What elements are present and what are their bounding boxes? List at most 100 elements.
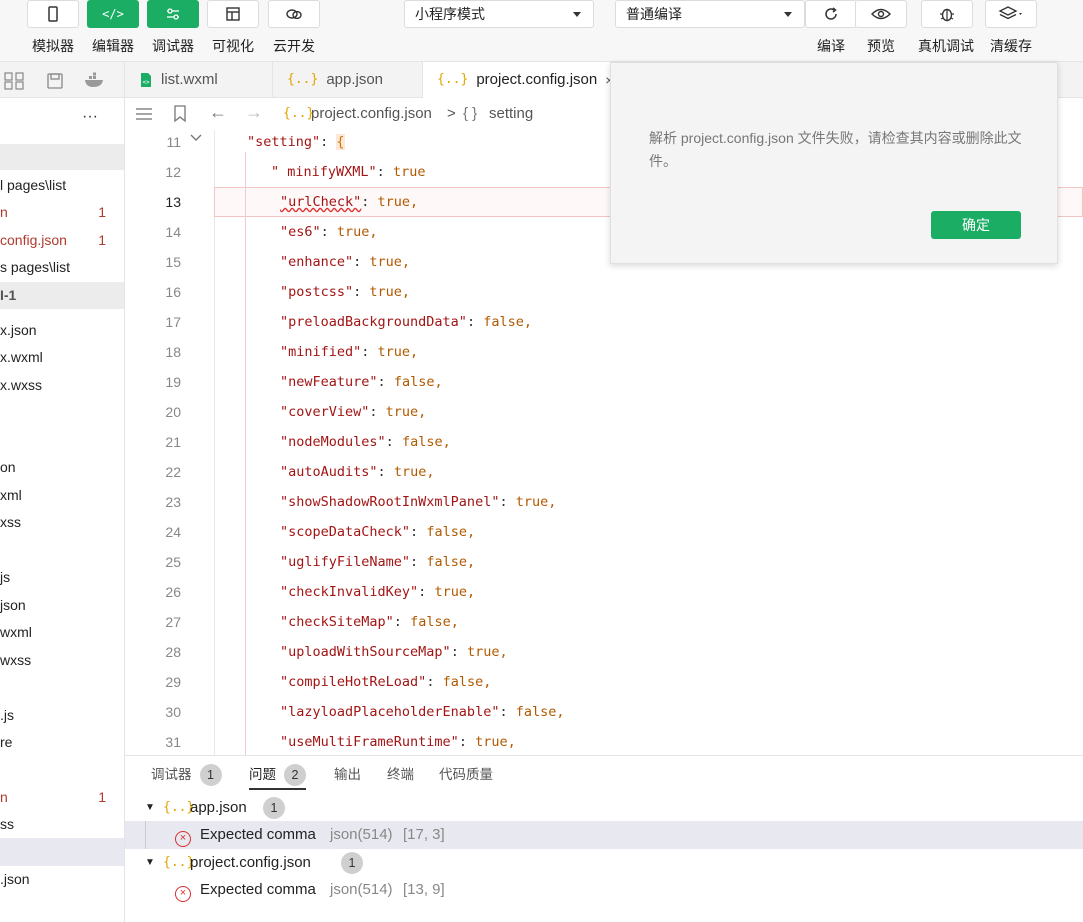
problem-group[interactable]: ▼ {..} app.json 1 [125,794,1083,822]
grid-icon[interactable] [4,72,26,90]
file-list-item[interactable]: n1 [0,784,124,811]
file-name: wxss [0,652,32,668]
back-arrow-icon[interactable]: ← [209,102,227,123]
json-key: "compileHotReLoad" [280,674,427,690]
file-name: json [0,597,26,613]
json-value: false, [410,614,459,630]
file-list-item[interactable]: xml [0,482,124,509]
json-value: true, [385,404,427,420]
problem-message: Expected comma [200,881,316,898]
line-number: 22 [165,464,181,480]
error-count-badge: 1 [98,204,106,220]
clear-cache-button[interactable] [985,0,1037,28]
file-name: x.wxml [0,349,43,365]
file-list-item[interactable]: wxml [0,619,124,646]
tab-problems[interactable]: 问题 2 [249,764,306,790]
save-icon[interactable] [46,72,64,90]
visual-label: 可视化 [212,38,254,54]
code-line: "uglifyFileName": false, [280,554,475,570]
file-list-item[interactable]: wxss [0,647,124,674]
file-list-item[interactable]: re [0,729,124,756]
tab-terminal[interactable]: 终端 [387,764,414,790]
file-list-item[interactable]: I-1 [0,282,124,309]
code-line: "checkSiteMap": false, [280,614,459,630]
file-list-item[interactable]: l pages\list [0,172,124,199]
docker-icon[interactable] [84,72,106,88]
mode-select[interactable]: 小程序模式 [404,0,594,28]
file-list-item[interactable]: x.json [0,317,124,344]
line-number: 13 [165,194,181,210]
file-name: n [0,789,8,805]
code-line: "compileHotReLoad": false, [280,674,491,690]
json-value: true, [475,734,516,750]
file-list-item[interactable]: json [0,592,124,619]
json-value: false, [401,434,451,450]
remote-debug-button[interactable] [921,0,973,28]
breadcrumb-file[interactable]: project.config.json [311,105,432,122]
tab-project-config-json[interactable]: {..} project.config.json × [423,62,613,98]
file-list-item[interactable]: x.wxss [0,372,124,399]
cloud-button[interactable] [268,0,320,28]
fold-chevron-icon[interactable] [189,133,203,143]
layers-icon [998,6,1022,20]
tab-label: 调试器 [151,767,192,782]
breadcrumb-node[interactable]: setting [489,105,533,122]
tab-debugger[interactable]: 调试器 1 [151,764,222,790]
json-key: "checkSiteMap" [280,614,394,630]
problem-item[interactable]: × Expected comma json(514) [17, 3] [125,821,1083,849]
more-menu-icon[interactable]: ··· [82,108,98,126]
problem-group[interactable]: ▼ {..} project.config.json 1 [125,849,1083,877]
problem-item[interactable]: × Expected comma json(514) [13, 9] [125,876,1083,904]
tab-app-json[interactable]: {..} app.json [273,62,423,98]
list-icon[interactable] [135,107,153,121]
compile-button[interactable] [805,0,857,28]
caret-down-icon[interactable]: ▼ [145,849,155,877]
file-list-item[interactable]: n1 [0,199,124,226]
file-list-item[interactable]: config.json 1 [0,227,124,254]
tab-code-quality[interactable]: 代码质量 [439,764,493,790]
compile-select-value: 普通编译 [626,6,682,22]
json-key: "scopeDataCheck" [280,524,411,540]
tab-label: list.wxml [161,71,218,88]
json-value: false, [426,524,476,540]
preview-label: 预览 [867,38,895,54]
file-list-item[interactable]: js [0,564,124,591]
breadcrumb-separator: > [447,105,456,122]
json-key: "preloadBackgroundData" [280,314,467,330]
colon: : [426,674,443,690]
colon: : [361,194,378,210]
debugger-button[interactable] [147,0,199,28]
tab-output[interactable]: 输出 [334,764,361,790]
gutter-divider [214,130,215,755]
json-file-icon: {..} [287,72,319,87]
phone-icon [48,6,58,22]
file-name: n [0,204,8,220]
code-line: "showShadowRootInWxmlPanel": true, [280,494,556,510]
file-list-item[interactable]: xss [0,509,124,536]
file-list-item[interactable]: .json [0,866,124,893]
file-list-item[interactable]: s pages\list [0,254,124,281]
confirm-button[interactable]: 确定 [931,211,1021,239]
tab-label: app.json [326,71,384,88]
compile-select[interactable]: 普通编译 [615,0,805,28]
code-line: "useMultiFrameRuntime": true, [280,734,516,750]
json-value: true, [466,644,508,660]
preview-button[interactable] [855,0,907,28]
simulator-button[interactable] [27,0,79,28]
layout-icon [226,7,240,21]
caret-down-icon[interactable]: ▼ [145,794,155,822]
line-number: 26 [165,584,181,600]
json-value: true, [515,494,557,510]
visual-button[interactable] [207,0,259,28]
tab-list-wxml[interactable]: <> list.wxml [125,62,273,98]
toolbar: 模拟器 </> 编辑器 调试器 可视化 云开发 小程序模式 普通编译 编译 预览… [0,0,1083,62]
file-list-item[interactable]: on [0,454,124,481]
editor-button[interactable]: </> [87,0,139,28]
file-list-item[interactable]: x.wxml [0,344,124,371]
colon: : [410,524,427,540]
file-list-item[interactable]: .js [0,702,124,729]
file-list-item[interactable]: ss [0,811,124,838]
forward-arrow-icon[interactable]: → [245,102,263,123]
cloud-label: 云开发 [273,38,315,54]
bookmark-icon[interactable] [173,105,187,123]
